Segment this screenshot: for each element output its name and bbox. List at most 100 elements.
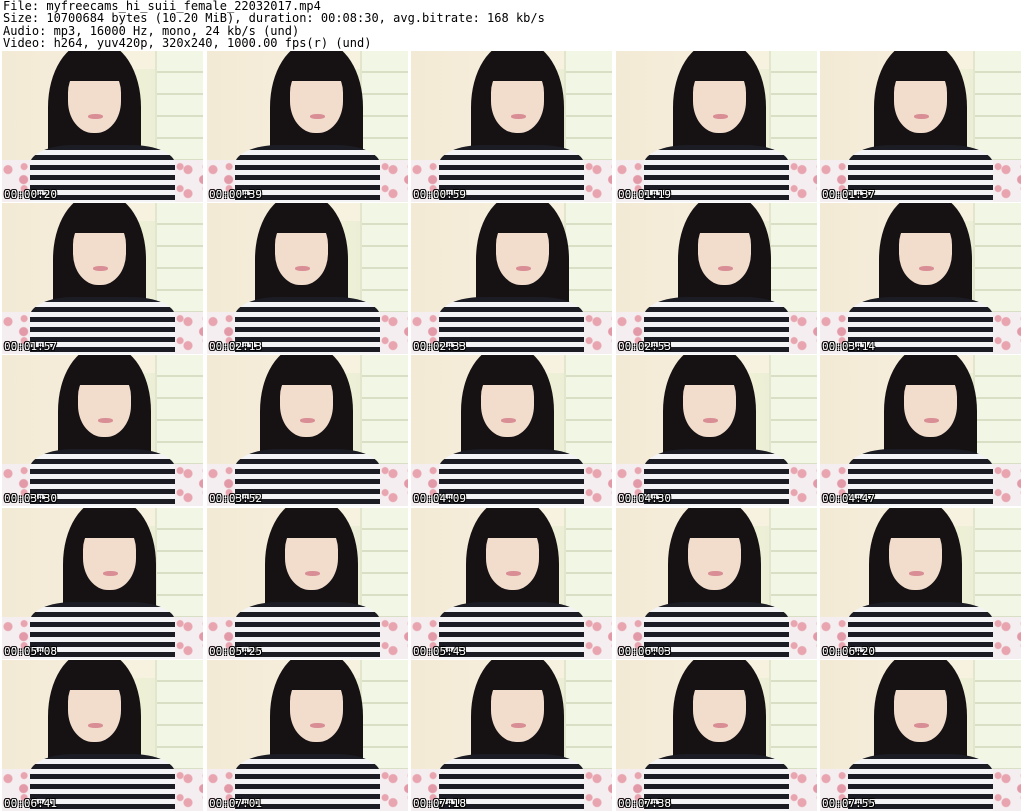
mouth [919, 266, 934, 271]
mouth [98, 418, 113, 423]
bangs [685, 54, 754, 82]
mouth [708, 571, 723, 576]
mouth [93, 266, 108, 271]
bangs [267, 206, 336, 234]
mouth [88, 114, 103, 119]
thumbnail-timestamp: 00:05:25 [209, 645, 262, 658]
thumbnail-timestamp: 00:03:30 [4, 492, 57, 505]
bangs [282, 54, 351, 82]
bangs [483, 663, 552, 691]
bangs [886, 663, 955, 691]
video-thumbnail: 00:01:19 [616, 51, 817, 202]
mouth [511, 114, 526, 119]
video-thumbnail: 00:02:33 [411, 203, 612, 354]
mouth [103, 571, 118, 576]
thumbnail-timestamp: 00:07:01 [209, 797, 262, 810]
mouth [909, 571, 924, 576]
thumbnail-timestamp: 00:00:20 [4, 188, 57, 201]
video-info-line: Video: h264, yuv420p, 320x240, 1000.00 f… [3, 35, 372, 50]
bangs [675, 358, 744, 386]
video-thumbnail: 00:03:52 [207, 355, 408, 506]
thumbnail-timestamp: 00:04:47 [822, 492, 875, 505]
mouth [516, 266, 531, 271]
mouth [295, 266, 310, 271]
mouth [310, 723, 325, 728]
thumbnail-timestamp: 00:03:14 [822, 340, 875, 353]
mouth [88, 723, 103, 728]
video-thumbnail: 00:00:59 [411, 51, 612, 202]
mouth [310, 114, 325, 119]
mouth [703, 418, 718, 423]
bangs [277, 511, 346, 539]
video-thumbnail: 00:01:57 [2, 203, 203, 354]
bangs [690, 206, 759, 234]
video-thumbnail: 00:04:09 [411, 355, 612, 506]
video-thumbnail: 00:06:03 [616, 508, 817, 659]
video-thumbnail: 00:02:53 [616, 203, 817, 354]
bangs [272, 358, 341, 386]
bangs [685, 663, 754, 691]
thumbnail-timestamp: 00:07:18 [413, 797, 466, 810]
thumbnail-timestamp: 00:05:08 [4, 645, 57, 658]
bangs [891, 206, 960, 234]
thumbnail-timestamp: 00:02:33 [413, 340, 466, 353]
video-thumbnail: 00:06:41 [2, 660, 203, 811]
bangs [75, 511, 144, 539]
video-thumbnail: 00:07:01 [207, 660, 408, 811]
bangs [881, 511, 950, 539]
file-size-line: Size: 10700684 bytes (10.20 MiB), durati… [3, 11, 545, 26]
mouth [713, 723, 728, 728]
thumbnail-timestamp: 00:04:30 [618, 492, 671, 505]
video-thumbnail: 00:06:20 [820, 508, 1021, 659]
video-thumbnail: 00:03:14 [820, 203, 1021, 354]
bangs [65, 206, 134, 234]
video-thumbnail: 00:05:25 [207, 508, 408, 659]
mouth [305, 571, 320, 576]
thumbnail-timestamp: 00:06:20 [822, 645, 875, 658]
bangs [886, 54, 955, 82]
video-thumbnail: 00:03:30 [2, 355, 203, 506]
video-thumbnail: 00:02:13 [207, 203, 408, 354]
thumbnail-timestamp: 00:03:52 [209, 492, 262, 505]
thumbnail-timestamp: 00:07:55 [822, 797, 875, 810]
mouth [506, 571, 521, 576]
thumbnail-timestamp: 00:06:03 [618, 645, 671, 658]
video-thumbnail: 00:00:20 [2, 51, 203, 202]
video-thumbnail: 00:05:08 [2, 508, 203, 659]
video-thumbnail: 00:07:38 [616, 660, 817, 811]
video-thumbnail: 00:04:47 [820, 355, 1021, 506]
video-thumbnail: 00:05:43 [411, 508, 612, 659]
mouth [713, 114, 728, 119]
video-thumbnail: 00:04:30 [616, 355, 817, 506]
video-thumbnail: 00:00:39 [207, 51, 408, 202]
bangs [282, 663, 351, 691]
thumbnail-timestamp: 00:02:13 [209, 340, 262, 353]
video-thumbnail: 00:01:37 [820, 51, 1021, 202]
bangs [70, 358, 139, 386]
bangs [60, 54, 129, 82]
thumbnail-timestamp: 00:07:38 [618, 797, 671, 810]
thumbnail-timestamp: 00:00:59 [413, 188, 466, 201]
mouth [300, 418, 315, 423]
mouth [511, 723, 526, 728]
thumbnail-timestamp: 00:00:39 [209, 188, 262, 201]
thumbnail-timestamp: 00:01:57 [4, 340, 57, 353]
thumbnail-grid: 00:00:20 00:00:39 00:00:59 00:01:19 00:01:37… [2, 51, 1024, 811]
bangs [896, 358, 965, 386]
bangs [60, 663, 129, 691]
mouth [924, 418, 939, 423]
media-info-header: File: myfreecams_hi_suii_female_22032017… [3, 0, 545, 49]
bangs [488, 206, 557, 234]
thumbnail-timestamp: 00:05:43 [413, 645, 466, 658]
bangs [680, 511, 749, 539]
thumbnail-timestamp: 00:04:09 [413, 492, 466, 505]
video-thumbnail: 00:07:18 [411, 660, 612, 811]
thumbnail-timestamp: 00:01:19 [618, 188, 671, 201]
thumbnail-timestamp: 00:06:41 [4, 797, 57, 810]
bangs [478, 511, 547, 539]
video-thumbnail: 00:07:55 [820, 660, 1021, 811]
bangs [473, 358, 542, 386]
thumbnail-timestamp: 00:01:37 [822, 188, 875, 201]
mouth [914, 114, 929, 119]
thumbnail-timestamp: 00:02:53 [618, 340, 671, 353]
